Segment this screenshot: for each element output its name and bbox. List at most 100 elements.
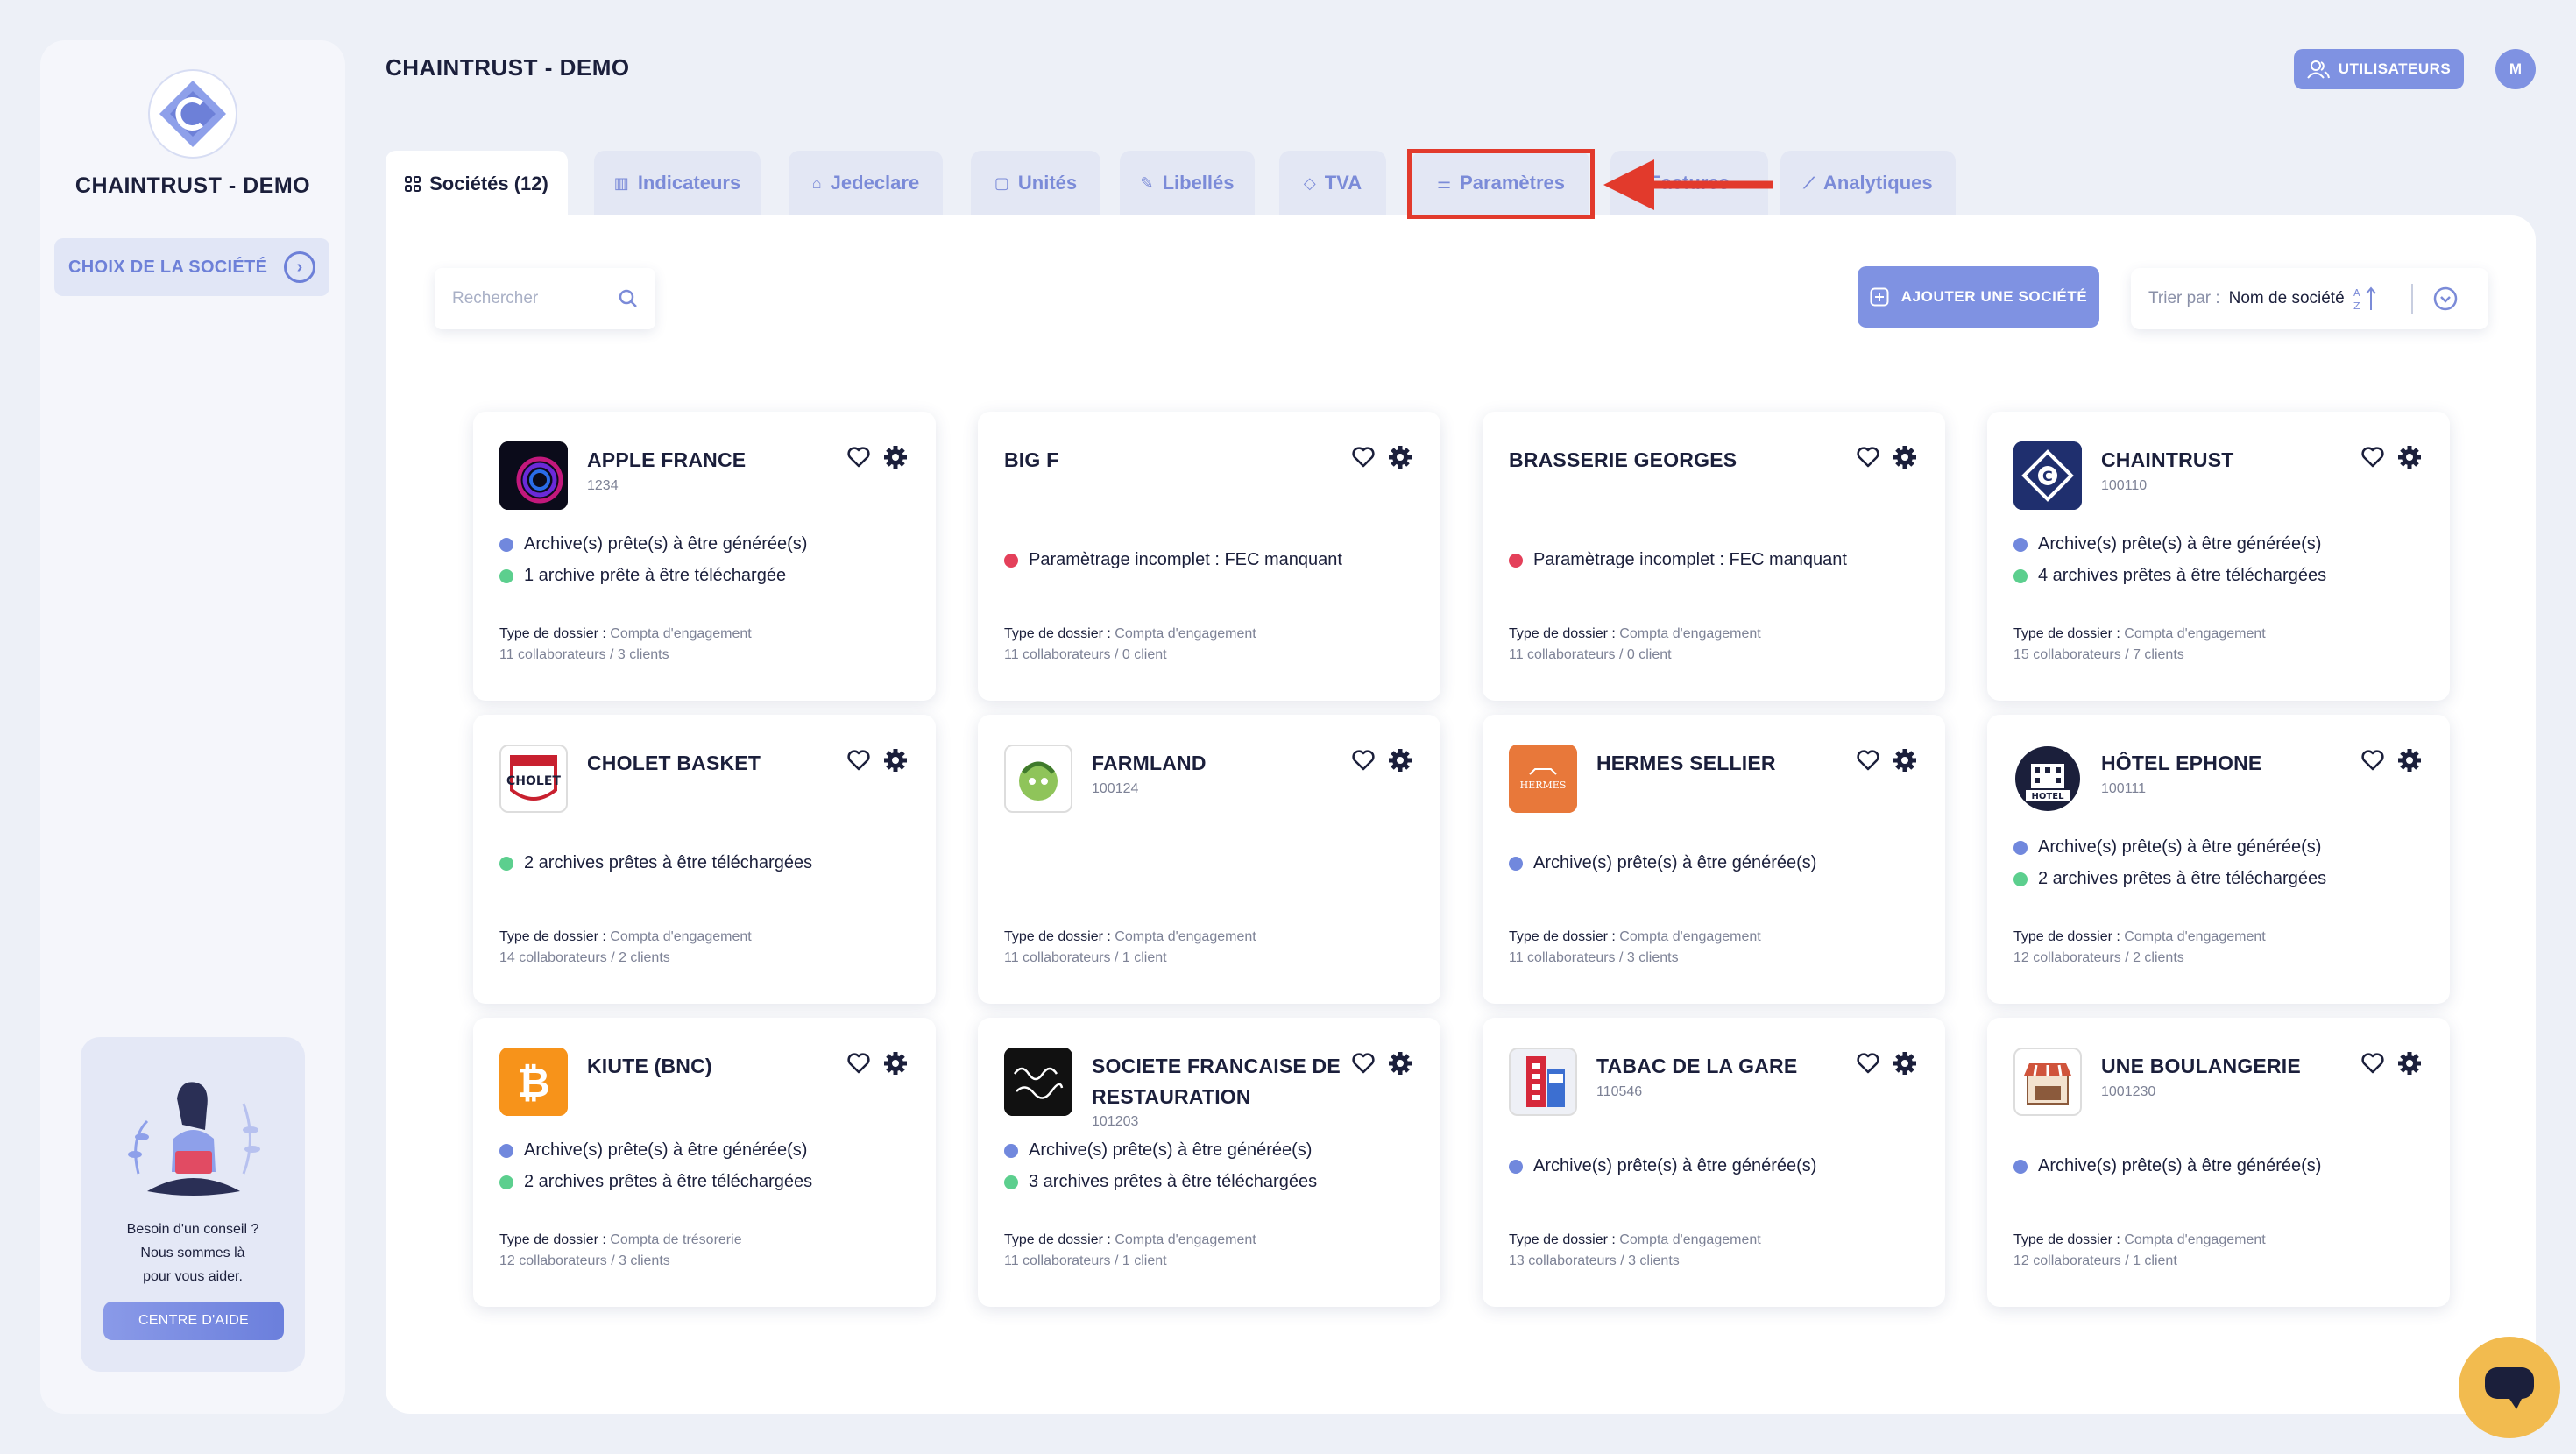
help-text: Besoin d'un conseil ? Nous sommes là pou… xyxy=(81,1218,305,1288)
company-type: Type de dossier : Compta d'engagement 11 … xyxy=(1509,927,1761,969)
meditating-person-illustration xyxy=(128,1082,260,1196)
type-value: Compta d'engagement xyxy=(2124,626,2266,641)
tab-unites-label: Unités xyxy=(1017,172,1078,194)
company-card-kiute[interactable]: ₿ KIUTE (BNC) Archive(s) prête(s) à être… xyxy=(473,1018,936,1307)
search-input[interactable]: Rechercher xyxy=(452,289,538,308)
company-counts: 13 collaborateurs / 3 clients xyxy=(1509,1253,1680,1268)
choose-company-button[interactable]: CHOIX DE LA SOCIÉTÉ › xyxy=(54,238,329,296)
bank-icon: ⌂ xyxy=(811,173,822,192)
tab-libelles-label: Libellés xyxy=(1162,172,1235,194)
heart-icon[interactable] xyxy=(1351,1051,1376,1076)
type-label: Type de dossier : xyxy=(499,626,606,641)
status-line: 1 archive prête à être téléchargée xyxy=(499,566,786,586)
company-card-hermes-sellier[interactable]: HERMES HERMES SELLIER Archive(s) prête(s… xyxy=(1483,715,1945,1004)
heart-icon[interactable] xyxy=(2360,748,2385,773)
tab-societes-label: Sociétés (12) xyxy=(429,173,548,194)
avatar[interactable]: M xyxy=(2495,49,2536,89)
gear-icon[interactable] xyxy=(1388,445,1412,469)
gear-icon[interactable] xyxy=(883,445,908,469)
company-type: Type de dossier : Compta d'engagement 12 … xyxy=(2013,927,2266,969)
company-id: 101203 xyxy=(1092,1114,1139,1129)
company-card-chaintrust[interactable]: C CHAINTRUST 100110 Archive(s) prête(s) … xyxy=(1987,412,2450,701)
help-card: Besoin d'un conseil ? Nous sommes là pou… xyxy=(81,1037,305,1372)
highlight-box xyxy=(1407,149,1595,219)
status-dot xyxy=(2013,1159,2028,1174)
heart-icon[interactable] xyxy=(1856,748,1880,773)
tab-societes[interactable]: Sociétés (12) xyxy=(386,151,568,217)
help-center-button[interactable]: CENTRE D'AIDE xyxy=(103,1302,284,1340)
type-value: Compta d'engagement xyxy=(1619,626,1761,641)
sort-az-icon[interactable]: AZ xyxy=(2353,286,2378,312)
heart-icon[interactable] xyxy=(846,748,871,773)
add-company-button[interactable]: AJOUTER UNE SOCIÉTÉ xyxy=(1858,266,2099,328)
svg-text:₿: ₿ xyxy=(517,1059,550,1106)
gear-icon[interactable] xyxy=(2397,445,2422,469)
pencil-icon: ✎ xyxy=(1140,173,1154,192)
gear-icon[interactable] xyxy=(1388,748,1412,773)
company-name: BIG F xyxy=(1004,448,1059,471)
tab-analytiques[interactable]: ⟋ Analytiques xyxy=(1780,151,1956,215)
tab-analytiques-label: Analytiques xyxy=(1822,172,1933,194)
status-text: Archive(s) prête(s) à être générée(s) xyxy=(2038,837,2322,857)
gear-icon[interactable] xyxy=(1893,1051,1917,1076)
company-card-apple-france[interactable]: APPLE FRANCE 1234 Archive(s) prête(s) à … xyxy=(473,412,936,701)
heart-icon[interactable] xyxy=(1351,748,1376,773)
farmland-logo xyxy=(1004,745,1072,813)
gear-icon[interactable] xyxy=(883,748,908,773)
chat-button[interactable] xyxy=(2459,1337,2560,1438)
company-type: Type de dossier : Compta d'engagement 11 … xyxy=(1509,624,1761,666)
sort-control[interactable]: Trier par : Nom de société AZ xyxy=(2131,268,2488,329)
gear-icon[interactable] xyxy=(2397,1051,2422,1076)
heart-icon[interactable] xyxy=(1856,445,1880,469)
type-value: Compta d'engagement xyxy=(1115,1232,1256,1247)
tab-indicateurs-label: Indicateurs xyxy=(637,172,741,194)
status-dot xyxy=(499,1143,513,1158)
svg-text:Z: Z xyxy=(2353,300,2360,312)
company-name-line1: SOCIETE FRANCAISE DE xyxy=(1092,1055,1341,1077)
hotel-ephone-logo: HOTEL xyxy=(2013,745,2082,813)
companies-panel: Rechercher AJOUTER UNE SOCIÉTÉ Trier par… xyxy=(386,215,2536,1414)
company-counts: 15 collaborateurs / 7 clients xyxy=(2013,647,2184,662)
gear-icon[interactable] xyxy=(2397,748,2422,773)
company-card-hotel-ephone[interactable]: HOTEL HÔTEL EPHONE 100111 Archive(s) prê… xyxy=(1987,715,2450,1004)
tab-jedeclare[interactable]: ⌂ Jedeclare xyxy=(789,151,943,215)
status-text: 4 archives prêtes à être téléchargées xyxy=(2038,566,2327,585)
company-card-brasserie-georges[interactable]: BRASSERIE GEORGES Paramètrage incomplet … xyxy=(1483,412,1945,701)
bistro-logo xyxy=(1004,1048,1072,1116)
heart-icon[interactable] xyxy=(2360,445,2385,469)
heart-icon[interactable] xyxy=(846,445,871,469)
company-card-tabac-de-la-gare[interactable]: TABAC DE LA GARE 110546 Archive(s) prête… xyxy=(1483,1018,1945,1307)
users-icon xyxy=(2306,60,2330,79)
tab-indicateurs[interactable]: ▥ Indicateurs xyxy=(594,151,761,215)
status-line: Paramètrage incomplet : FEC manquant xyxy=(1509,550,1847,570)
svg-text:A: A xyxy=(2353,287,2360,299)
search-box[interactable]: Rechercher xyxy=(435,268,655,329)
tabac-logo xyxy=(1509,1048,1577,1116)
tab-unites[interactable]: ▢ Unités xyxy=(971,151,1100,215)
company-card-farmland[interactable]: FARMLAND 100124 Type de dossier : Compta… xyxy=(978,715,1440,1004)
line-chart-icon: ⟋ xyxy=(1803,173,1815,192)
status-line: Archive(s) prête(s) à être générée(s) xyxy=(499,1140,807,1161)
gear-icon[interactable] xyxy=(883,1051,908,1076)
gear-icon[interactable] xyxy=(1388,1051,1412,1076)
gear-icon[interactable] xyxy=(1893,748,1917,773)
tab-tva[interactable]: ◇ TVA xyxy=(1279,151,1386,215)
users-button[interactable]: UTILISATEURS xyxy=(2294,49,2464,89)
heart-icon[interactable] xyxy=(1856,1051,1880,1076)
gear-icon[interactable] xyxy=(1893,445,1917,469)
heart-icon[interactable] xyxy=(2360,1051,2385,1076)
company-card-une-boulangerie[interactable]: UNE BOULANGERIE 1001230 Archive(s) prête… xyxy=(1987,1018,2450,1307)
company-type: Type de dossier : Compta d'engagement 13 … xyxy=(1509,1230,1761,1272)
company-card-big-f[interactable]: BIG F Paramètrage incomplet : FEC manqua… xyxy=(978,412,1440,701)
heart-icon[interactable] xyxy=(1351,445,1376,469)
status-line: Archive(s) prête(s) à être générée(s) xyxy=(1509,853,1816,873)
chevron-down-icon[interactable] xyxy=(2432,286,2459,312)
choose-company-label: CHOIX DE LA SOCIÉTÉ xyxy=(68,257,268,277)
company-card-societe-francaise[interactable]: SOCIETE FRANCAISE DE RESTAURATION 101203 … xyxy=(978,1018,1440,1307)
status-text: Archive(s) prête(s) à être générée(s) xyxy=(1533,853,1817,872)
divider xyxy=(2410,284,2413,314)
company-counts: 12 collaborateurs / 1 client xyxy=(2013,1253,2177,1268)
company-card-cholet-basket[interactable]: CHOLET CHOLET BASKET 2 archives prêtes à… xyxy=(473,715,936,1004)
heart-icon[interactable] xyxy=(846,1051,871,1076)
tab-libelles[interactable]: ✎ Libellés xyxy=(1120,151,1255,215)
